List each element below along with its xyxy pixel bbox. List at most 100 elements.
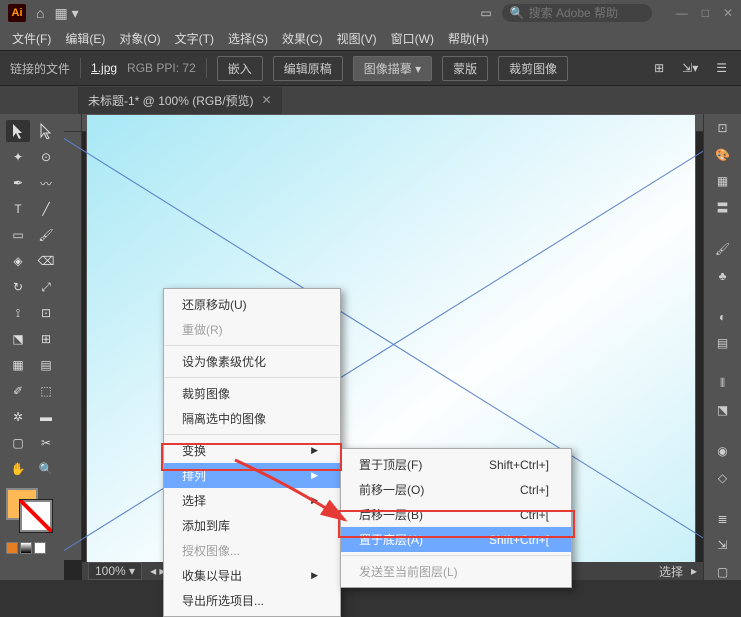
ctx-pixel-perfect[interactable]: 设为像素级优化 bbox=[164, 349, 340, 374]
mesh-tool[interactable]: ▦ bbox=[6, 354, 30, 376]
transparency-panel-icon[interactable]: ◐ bbox=[712, 308, 734, 324]
rotate-tool[interactable]: ↻ bbox=[6, 276, 30, 298]
arrange-submenu: 置于顶层(F)Shift+Ctrl+] 前移一层(O)Ctrl+] 后移一层(B… bbox=[340, 448, 572, 588]
tab-close-icon[interactable]: ✕ bbox=[262, 93, 272, 107]
close-icon[interactable]: ✕ bbox=[723, 6, 733, 20]
menu-help[interactable]: 帮助(H) bbox=[442, 27, 495, 50]
maximize-icon[interactable]: □ bbox=[702, 6, 709, 20]
ctx-send-back[interactable]: 置于底层(A)Shift+Ctrl+[ bbox=[341, 527, 571, 552]
ctx-isolate[interactable]: 隔离选中的图像 bbox=[164, 406, 340, 431]
gradient-mode-icon[interactable] bbox=[20, 542, 32, 554]
transform-icon[interactable]: ⇲▾ bbox=[678, 59, 702, 77]
ctx-arrange[interactable]: 排列▶ bbox=[164, 463, 340, 488]
edit-original-button[interactable]: 编辑原稿 bbox=[273, 56, 343, 81]
zoom-tool[interactable]: 🔍 bbox=[34, 458, 58, 480]
brushes-panel-icon[interactable]: 🖌 bbox=[712, 241, 734, 257]
ctx-send-backward[interactable]: 后移一层(B)Ctrl+[ bbox=[341, 502, 571, 527]
curvature-tool[interactable]: 〰 bbox=[34, 172, 58, 194]
tab-document[interactable]: 未标题-1* @ 100% (RGB/预览) ✕ bbox=[78, 87, 282, 114]
pen-tool[interactable]: ✒ bbox=[6, 172, 30, 194]
scale-tool[interactable]: ⤢ bbox=[34, 276, 58, 298]
free-transform-tool[interactable]: ⊡ bbox=[34, 302, 58, 324]
search-icon: 🔍 bbox=[510, 6, 525, 20]
eraser-tool[interactable]: ⌫ bbox=[34, 250, 58, 272]
link-label: 链接的文件 bbox=[10, 60, 70, 77]
lasso-tool[interactable]: ⊙ bbox=[34, 146, 58, 168]
document-tabs: 未标题-1* @ 100% (RGB/预览) ✕ bbox=[0, 86, 741, 114]
menu-window[interactable]: 窗口(W) bbox=[385, 27, 440, 50]
symbol-sprayer-tool[interactable]: ✲ bbox=[6, 406, 30, 428]
width-tool[interactable]: ⟟ bbox=[6, 302, 30, 324]
properties-panel-icon[interactable]: ⊡ bbox=[712, 120, 734, 136]
stroke-swatch[interactable] bbox=[20, 500, 52, 532]
search-box[interactable]: 🔍 bbox=[502, 4, 652, 22]
symbols-panel-icon[interactable]: ♣ bbox=[712, 267, 734, 283]
align-panel-icon[interactable]: ⫴ bbox=[712, 376, 734, 392]
menu-object[interactable]: 对象(O) bbox=[113, 27, 166, 50]
gradient-panel-icon[interactable]: ▤ bbox=[712, 335, 734, 351]
none-mode-icon[interactable] bbox=[34, 542, 46, 554]
mask-button[interactable]: 蒙版 bbox=[442, 56, 488, 81]
type-tool[interactable]: T bbox=[6, 198, 30, 220]
search-input[interactable] bbox=[529, 6, 644, 20]
ctx-bring-front[interactable]: 置于顶层(F)Shift+Ctrl+] bbox=[341, 452, 571, 477]
ctx-select[interactable]: 选择▶ bbox=[164, 488, 340, 513]
color-panel-icon[interactable]: 🎨 bbox=[712, 146, 734, 162]
artboard-tool[interactable]: ▢ bbox=[6, 432, 30, 454]
hand-tool[interactable]: ✋ bbox=[6, 458, 30, 480]
direct-selection-tool[interactable] bbox=[34, 120, 58, 142]
ctx-undo[interactable]: 还原移动(U) bbox=[164, 292, 340, 317]
ctx-export-selection[interactable]: 导出所选项目... bbox=[164, 588, 340, 613]
more-icon[interactable]: ☰ bbox=[712, 59, 731, 77]
swatches-panel-icon[interactable]: ▦ bbox=[712, 173, 734, 189]
paintbrush-tool[interactable]: 🖌 bbox=[34, 224, 58, 246]
line-tool[interactable]: ╱ bbox=[34, 198, 58, 220]
gradient-tool[interactable]: ▤ bbox=[34, 354, 58, 376]
menu-edit[interactable]: 编辑(E) bbox=[59, 27, 111, 50]
stroke-panel-icon[interactable]: 〓 bbox=[712, 199, 734, 216]
ctx-add-library[interactable]: 添加到库 bbox=[164, 513, 340, 538]
zoom-level[interactable]: 100% ▾ bbox=[88, 562, 142, 580]
ctx-collect-export[interactable]: 收集以导出▶ bbox=[164, 563, 340, 588]
menu-effect[interactable]: 效果(C) bbox=[276, 27, 329, 50]
color-swatches[interactable] bbox=[0, 482, 64, 560]
ctx-crop[interactable]: 裁剪图像 bbox=[164, 381, 340, 406]
menu-type[interactable]: 文字(T) bbox=[169, 27, 220, 50]
menu-view[interactable]: 视图(V) bbox=[331, 27, 383, 50]
selection-tool[interactable] bbox=[6, 120, 30, 142]
image-trace-button[interactable]: 图像描摹 ▾ bbox=[353, 56, 432, 81]
appearance-panel-icon[interactable]: ◉ bbox=[712, 443, 734, 459]
eyedropper-tool[interactable]: ✐ bbox=[6, 380, 30, 402]
perspective-tool[interactable]: ⊞ bbox=[34, 328, 58, 350]
minimize-icon[interactable]: — bbox=[676, 6, 688, 20]
slice-tool[interactable]: ✂ bbox=[34, 432, 58, 454]
menu-select[interactable]: 选择(S) bbox=[222, 27, 274, 50]
ctx-license: 授权图像... bbox=[164, 538, 340, 563]
blend-tool[interactable]: ⬚ bbox=[34, 380, 58, 402]
asset-export-panel-icon[interactable]: ⇲ bbox=[712, 537, 734, 553]
magic-wand-tool[interactable]: ✦ bbox=[6, 146, 30, 168]
menu-file[interactable]: 文件(F) bbox=[6, 27, 57, 50]
app-logo: Ai bbox=[8, 4, 26, 22]
sync-icon[interactable]: ▭ bbox=[480, 6, 491, 20]
color-mode-icon[interactable] bbox=[6, 542, 18, 554]
right-panel: ⊡ 🎨 ▦ 〓 🖌 ♣ ◐ ▤ ⫴ ⬔ ◉ ◇ ≣ ⇲ ▢ bbox=[703, 114, 741, 580]
shape-builder-tool[interactable]: ⬔ bbox=[6, 328, 30, 350]
crop-image-button[interactable]: 裁剪图像 bbox=[498, 56, 568, 81]
layers-panel-icon[interactable]: ≣ bbox=[712, 511, 734, 527]
shaper-tool[interactable]: ◈ bbox=[6, 250, 30, 272]
rectangle-tool[interactable]: ▭ bbox=[6, 224, 30, 246]
embed-button[interactable]: 嵌入 bbox=[217, 56, 263, 81]
artboards-panel-icon[interactable]: ▢ bbox=[712, 564, 734, 580]
ctx-bring-forward[interactable]: 前移一层(O)Ctrl+] bbox=[341, 477, 571, 502]
ruler-corner bbox=[64, 114, 82, 132]
ctx-transform[interactable]: 变换▶ bbox=[164, 438, 340, 463]
arrange-docs-icon[interactable]: ▦ ▾ bbox=[54, 5, 78, 22]
graphic-styles-panel-icon[interactable]: ◇ bbox=[712, 470, 734, 486]
selection-status: 选择 bbox=[659, 563, 683, 580]
linked-file[interactable]: 1.jpg bbox=[91, 61, 117, 75]
graph-tool[interactable]: ▬ bbox=[34, 406, 58, 428]
pathfinder-panel-icon[interactable]: ⬔ bbox=[712, 402, 734, 418]
home-icon[interactable]: ⌂ bbox=[36, 5, 44, 21]
align-icon[interactable]: ⊞ bbox=[650, 59, 668, 77]
